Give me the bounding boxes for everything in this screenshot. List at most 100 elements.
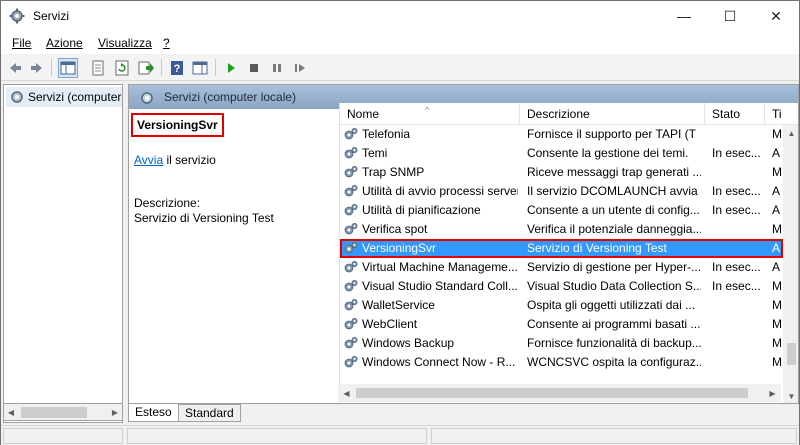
service-gear-icon <box>344 318 358 330</box>
extended-description-panel: VersioningSvr Avvia il servizio Descrizi… <box>129 109 331 403</box>
service-gear-icon <box>344 204 358 216</box>
service-row[interactable]: WebClient Consente ai programmi basati ..… <box>340 315 783 334</box>
pause-service-icon[interactable] <box>267 58 287 78</box>
service-gear-icon <box>344 147 358 159</box>
services-gear-icon <box>9 8 25 24</box>
scrollbar-thumb[interactable] <box>787 343 796 365</box>
forward-arrow-icon[interactable] <box>27 58 47 78</box>
start-service-icon[interactable] <box>221 58 241 78</box>
service-description: Consente ai programmi basati ... <box>527 317 701 331</box>
svg-text:?: ? <box>174 63 181 75</box>
service-row[interactable]: Windows Connect Now - R... WCNCSVC ospita… <box>340 353 783 372</box>
column-header-name[interactable]: ^ Nome <box>340 103 520 125</box>
service-row[interactable]: Trap SNMP Riceve messaggi trap generati .… <box>340 163 783 182</box>
service-description: Fornisce il supporto per TAPI (T <box>527 127 696 141</box>
service-startup-type: M <box>772 279 782 293</box>
scrollbar-thumb[interactable] <box>356 388 748 398</box>
scroll-up-arrow-icon[interactable]: ▲ <box>783 125 798 142</box>
list-header: ^ Nome Descrizione Stato Ti <box>340 103 798 125</box>
list-horizontal-scrollbar[interactable]: ◀ ▶ <box>338 384 781 402</box>
service-name: Windows Backup <box>362 336 455 350</box>
minimize-button[interactable]: — <box>661 1 707 31</box>
service-gear-icon <box>344 223 358 235</box>
column-header-description[interactable]: Descrizione <box>520 103 705 125</box>
service-startup-type: M <box>772 222 782 236</box>
menu-view[interactable]: Visualizza <box>98 36 152 50</box>
service-row[interactable]: Temi Consente la gestione dei temi. In ese… <box>340 144 783 163</box>
service-row[interactable]: Verifica spot Verifica il potenziale dann… <box>340 220 783 239</box>
console-tree: Servizi (computer locale) <box>3 84 123 423</box>
service-gear-icon <box>344 299 358 311</box>
column-header-startup-type[interactable]: Ti <box>765 103 795 125</box>
service-name: Utilità di avvio processi server... <box>362 184 518 198</box>
service-row[interactable]: Virtual Machine Manageme... Servizio di g… <box>340 258 783 277</box>
service-description: Servizio di gestione per Hyper-... <box>527 260 701 274</box>
list-vertical-scrollbar[interactable]: ▲ ▼ <box>783 125 798 403</box>
scroll-down-arrow-icon[interactable]: ▼ <box>783 388 798 403</box>
tab-extended[interactable]: Esteso <box>128 404 179 422</box>
service-name: Telefonia <box>362 127 411 141</box>
description-text: Servizio di Versioning Test <box>134 211 274 225</box>
service-row[interactable]: Utilità di avvio processi server... Il se… <box>340 182 783 201</box>
menu-help[interactable]: ? <box>163 36 170 50</box>
restart-service-icon[interactable] <box>290 58 310 78</box>
service-name: Visual Studio Standard Coll... <box>362 279 518 293</box>
service-state: In esec... <box>712 184 761 198</box>
service-name: VersioningSvr <box>362 241 437 255</box>
service-startup-type: M <box>772 317 782 331</box>
service-description: Consente la gestione dei temi. <box>527 146 689 160</box>
services-pane: Servizi (computer locale) VersioningSvr … <box>128 84 799 404</box>
maximize-button[interactable]: ☐ <box>707 1 753 31</box>
help-icon[interactable]: ? <box>167 58 187 78</box>
service-row[interactable]: Utilità di pianificazione Consente a un u… <box>340 201 783 220</box>
service-description: Il servizio DCOMLAUNCH avvia ... <box>527 184 701 198</box>
service-gear-icon <box>344 128 358 140</box>
service-description: Ospita gli oggetti utilizzati dai ... <box>527 298 696 312</box>
menu-file[interactable]: File <box>12 36 31 50</box>
service-state: In esec... <box>712 203 761 217</box>
show-hide-action-pane-icon[interactable] <box>190 58 210 78</box>
service-state: In esec... <box>712 279 761 293</box>
properties-icon[interactable] <box>88 58 108 78</box>
service-row[interactable]: VersioningSvr Servizio di Versioning Test… <box>340 239 783 258</box>
service-row[interactable]: Telefonia Fornisce il supporto per TAPI (… <box>340 125 783 144</box>
selected-service-name: VersioningSvr <box>131 113 224 137</box>
tab-standard[interactable]: Standard <box>178 404 241 422</box>
stop-service-icon[interactable] <box>244 58 264 78</box>
tree-node-services-local[interactable]: Servizi (computer locale) <box>6 87 122 107</box>
service-row[interactable]: Visual Studio Standard Coll... Visual Stu… <box>340 277 783 296</box>
service-description: WCNCSVC ospita la configuraz... <box>527 355 701 369</box>
status-bar <box>1 425 799 445</box>
title-bar[interactable]: Servizi — ☐ ✕ <box>1 1 799 32</box>
service-state: In esec... <box>712 260 761 274</box>
show-console-tree-icon[interactable] <box>58 58 78 78</box>
service-startup-type: A <box>772 184 781 198</box>
menu-action[interactable]: Azione <box>46 36 83 50</box>
scroll-right-arrow-icon[interactable]: ▶ <box>108 404 122 420</box>
scrollbar-thumb[interactable] <box>21 407 87 418</box>
refresh-icon[interactable] <box>112 58 132 78</box>
service-startup-type: A <box>772 241 781 255</box>
services-gear-icon <box>141 92 153 104</box>
service-row[interactable]: WalletService Ospita gli oggetti utilizza… <box>340 296 783 315</box>
scroll-left-arrow-icon[interactable]: ◀ <box>338 384 355 402</box>
service-description: Riceve messaggi trap generati ... <box>527 165 701 179</box>
tree-horizontal-scrollbar[interactable]: ◀ ▶ <box>3 403 123 421</box>
close-button[interactable]: ✕ <box>753 1 799 31</box>
service-description: Fornisce funzionalità di backup... <box>527 336 701 350</box>
service-gear-icon <box>344 242 358 254</box>
service-state: In esec... <box>712 146 761 160</box>
scroll-right-arrow-icon[interactable]: ▶ <box>764 384 781 402</box>
column-header-state[interactable]: Stato <box>705 103 765 125</box>
service-gear-icon <box>344 261 358 273</box>
service-row[interactable]: Windows Backup Fornisce funzionalità di b… <box>340 334 783 353</box>
description-label: Descrizione: <box>134 196 201 210</box>
back-arrow-icon[interactable] <box>5 58 25 78</box>
services-window: Servizi — ☐ ✕ File Azione Visualizza ? ?… <box>0 0 800 445</box>
scroll-left-arrow-icon[interactable]: ◀ <box>4 404 18 420</box>
service-description: Servizio di Versioning Test <box>527 241 667 255</box>
export-list-icon[interactable] <box>136 58 156 78</box>
service-name: Virtual Machine Manageme... <box>362 260 518 274</box>
service-name: WebClient <box>362 317 418 331</box>
start-service-link[interactable]: Avvia <box>134 153 163 167</box>
